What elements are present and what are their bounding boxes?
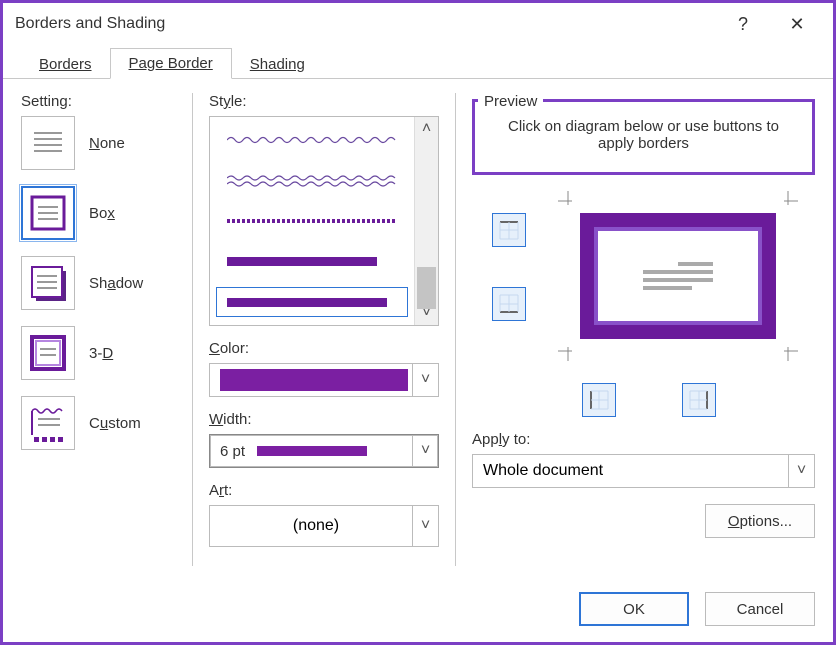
options-row: Options... bbox=[472, 504, 815, 538]
style-option-thick[interactable] bbox=[216, 246, 408, 276]
preview-canvas[interactable] bbox=[568, 201, 788, 351]
setting-label-none: None bbox=[89, 135, 125, 152]
setting-thumb-none bbox=[21, 116, 75, 170]
apply-to-label: Apply to: bbox=[472, 431, 815, 448]
preview-group-label: Preview bbox=[478, 93, 543, 110]
close-button[interactable]: ✕ bbox=[773, 11, 821, 37]
tab-borders[interactable]: Borders bbox=[21, 50, 110, 79]
width-dropdown[interactable]: 6 pt ˅ bbox=[209, 434, 439, 468]
cancel-button[interactable]: Cancel bbox=[705, 592, 815, 626]
preview-page[interactable] bbox=[580, 213, 776, 339]
dialog-body: Setting: None Box bbox=[3, 79, 833, 576]
border-right-toggle[interactable] bbox=[682, 383, 716, 417]
style-option-wavy[interactable] bbox=[216, 125, 408, 155]
setting-thumb-shadow bbox=[21, 256, 75, 310]
border-top-toggle[interactable] bbox=[492, 213, 526, 247]
setting-label-3d: 3-D bbox=[89, 345, 113, 362]
setting-item-none[interactable]: None bbox=[21, 116, 176, 170]
preview-canvas-area bbox=[472, 183, 815, 383]
preview-column: Preview Click on diagram below or use bu… bbox=[472, 93, 815, 576]
chevron-down-icon: ˅ bbox=[412, 435, 438, 467]
ok-button[interactable]: OK bbox=[579, 592, 689, 626]
setting-item-shadow[interactable]: Shadow bbox=[21, 256, 176, 310]
tab-page-border[interactable]: Page Border bbox=[110, 48, 232, 79]
setting-thumb-3d bbox=[21, 326, 75, 380]
border-left-toggle[interactable] bbox=[582, 383, 616, 417]
options-button[interactable]: Options... bbox=[705, 504, 815, 538]
setting-label-shadow: Shadow bbox=[89, 275, 143, 292]
color-label: Color: bbox=[209, 340, 439, 357]
setting-list: None Box Shadow bbox=[21, 116, 176, 450]
tabs: Borders Page Border Shading bbox=[3, 45, 833, 79]
style-option-wavy-double[interactable] bbox=[216, 165, 408, 195]
preview-group: Preview Click on diagram below or use bu… bbox=[472, 93, 815, 175]
style-option-dashslash[interactable] bbox=[216, 206, 408, 236]
dialog-footer: OK Cancel bbox=[3, 576, 833, 642]
color-swatch bbox=[220, 369, 408, 391]
tab-shading[interactable]: Shading bbox=[232, 50, 323, 79]
setting-thumb-custom bbox=[21, 396, 75, 450]
style-list[interactable]: ˄ ˅ bbox=[209, 116, 439, 326]
setting-item-box[interactable]: Box bbox=[21, 186, 176, 240]
help-button[interactable]: ? bbox=[719, 11, 767, 37]
apply-to-section: Apply to: Whole document ˅ bbox=[472, 431, 815, 488]
scroll-up-button[interactable]: ˄ bbox=[415, 117, 438, 141]
style-scrollbar[interactable]: ˄ ˅ bbox=[414, 117, 438, 325]
setting-column: Setting: None Box bbox=[21, 93, 176, 576]
color-dropdown[interactable]: ˅ bbox=[209, 363, 439, 397]
dialog-title: Borders and Shading bbox=[15, 15, 165, 33]
chevron-down-icon: ˅ bbox=[412, 364, 438, 396]
art-label: Art: bbox=[209, 482, 439, 499]
setting-item-custom[interactable]: Custom bbox=[21, 396, 176, 450]
separator-1 bbox=[192, 93, 193, 566]
scroll-track[interactable] bbox=[415, 141, 438, 301]
setting-thumb-box bbox=[21, 186, 75, 240]
titlebar: Borders and Shading ? ✕ bbox=[3, 3, 833, 45]
art-value: (none) bbox=[220, 517, 412, 535]
setting-label: Setting: bbox=[21, 93, 176, 110]
scroll-thumb[interactable] bbox=[417, 267, 436, 309]
border-bottom-toggle[interactable] bbox=[492, 287, 526, 321]
borders-shading-dialog: Borders and Shading ? ✕ Borders Page Bor… bbox=[0, 0, 836, 645]
apply-to-dropdown[interactable]: Whole document ˅ bbox=[472, 454, 815, 488]
separator-2 bbox=[455, 93, 456, 566]
setting-label-custom: Custom bbox=[89, 415, 141, 432]
width-value: 6 pt bbox=[220, 443, 245, 460]
setting-item-3d[interactable]: 3-D bbox=[21, 326, 176, 380]
chevron-down-icon: ˅ bbox=[788, 455, 814, 487]
apply-to-value: Whole document bbox=[483, 462, 603, 480]
width-preview-bar bbox=[257, 446, 367, 456]
style-column: Style: bbox=[209, 93, 439, 576]
setting-label-box: Box bbox=[89, 205, 115, 222]
preview-hint: Click on diagram below or use buttons to… bbox=[472, 99, 815, 175]
style-option-thick-selected[interactable] bbox=[216, 287, 408, 317]
style-label: Style: bbox=[209, 93, 439, 110]
art-dropdown[interactable]: (none) ˅ bbox=[209, 505, 439, 547]
width-label: Width: bbox=[209, 411, 439, 428]
chevron-down-icon: ˅ bbox=[412, 506, 438, 546]
